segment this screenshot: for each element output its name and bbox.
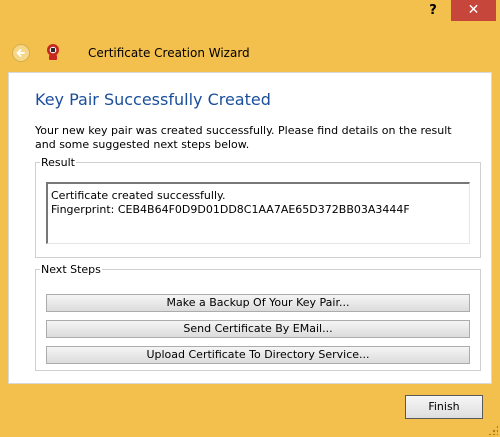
backup-key-pair-button[interactable]: Make a Backup Of Your Key Pair... bbox=[46, 294, 470, 312]
page-title: Key Pair Successfully Created bbox=[35, 90, 271, 109]
resize-grip-icon[interactable] bbox=[488, 425, 498, 435]
back-arrow-icon[interactable] bbox=[12, 44, 30, 62]
upload-certificate-directory-button[interactable]: Upload Certificate To Directory Service.… bbox=[46, 346, 470, 364]
result-status-line: Certificate created successfully. bbox=[51, 189, 226, 202]
wizard-page: Key Pair Successfully Created Your new k… bbox=[8, 72, 492, 384]
wizard-footer: Finish bbox=[0, 384, 500, 437]
wizard-window: ? ✕ Certificate Creation Wizard Key Pair… bbox=[0, 0, 500, 437]
next-steps-group: Next Steps Make a Backup Of Your Key Pai… bbox=[35, 263, 481, 371]
wizard-header: Certificate Creation Wizard bbox=[8, 30, 492, 70]
next-steps-legend: Next Steps bbox=[40, 263, 102, 276]
result-text-area[interactable]: Certificate created successfully. Finger… bbox=[46, 182, 470, 244]
title-bar: ? ✕ bbox=[0, 0, 500, 26]
result-legend: Result bbox=[40, 156, 76, 169]
result-group: Result Certificate created successfully.… bbox=[35, 156, 481, 258]
close-button[interactable]: ✕ bbox=[451, 0, 496, 21]
back-arrow-glyph bbox=[16, 49, 25, 57]
send-certificate-email-button[interactable]: Send Certificate By EMail... bbox=[46, 320, 470, 338]
help-button[interactable]: ? bbox=[420, 0, 446, 22]
page-description: Your new key pair was created successful… bbox=[35, 124, 452, 151]
certificate-app-icon bbox=[44, 43, 62, 61]
wizard-title: Certificate Creation Wizard bbox=[88, 46, 250, 60]
finish-button[interactable]: Finish bbox=[405, 395, 483, 419]
result-fingerprint-line: Fingerprint: CEB4B64F0D9D01DD8C1AA7AE65D… bbox=[51, 203, 410, 216]
